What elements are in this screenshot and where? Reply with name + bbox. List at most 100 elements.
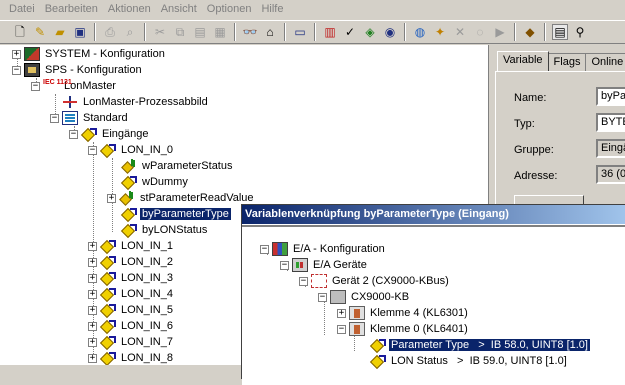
copy-icon[interactable]: ⧉ <box>172 24 188 40</box>
collapse-icon[interactable]: − <box>280 260 289 270</box>
tree-node-lonmaster[interactable]: − IEC 1131 LonMaster <box>31 78 118 94</box>
activate-icon[interactable]: ✦ <box>432 24 448 40</box>
open-file-icon[interactable]: ✎ <box>32 24 48 40</box>
menu-ansicht[interactable]: Ansicht <box>156 3 202 15</box>
menu-optionen[interactable]: Optionen <box>202 3 257 15</box>
expand-icon[interactable]: + <box>88 353 97 363</box>
save-icon[interactable]: ▣ <box>72 24 88 40</box>
tree-node-lon-in-5[interactable]: + LON_IN_5 <box>88 302 175 318</box>
collapse-icon[interactable]: − <box>31 81 40 91</box>
expand-icon[interactable]: + <box>88 305 97 315</box>
delete-icon[interactable]: ▦ <box>212 24 228 40</box>
tree-node-wparameterstatus[interactable]: wParameterStatus <box>121 158 234 174</box>
tree-label: LON_IN_4 <box>121 288 173 300</box>
tree-node-system[interactable]: + SYSTEM - Konfiguration <box>12 46 167 62</box>
find-icon[interactable]: 👓 <box>242 24 258 40</box>
dlg-node-ea-config[interactable]: − E/A - Konfiguration <box>260 241 387 257</box>
globe-icon[interactable]: ◍ <box>412 24 428 40</box>
open-folder-icon[interactable]: ▰ <box>52 24 68 40</box>
expand-icon[interactable]: + <box>88 337 97 347</box>
tree-node-lon-in-0[interactable]: − LON_IN_0 <box>88 142 175 158</box>
expand-icon[interactable]: + <box>337 308 346 318</box>
expand-icon[interactable]: + <box>107 193 116 203</box>
menu-aktionen[interactable]: Aktionen <box>103 3 156 15</box>
expand-icon[interactable]: + <box>88 257 97 267</box>
tools-icon[interactable]: ✕ <box>452 24 468 40</box>
tree-node-bylonstatus[interactable]: byLONStatus <box>121 222 209 238</box>
toolbar-separator <box>94 23 96 41</box>
tree-node-lon-in-1[interactable]: + LON_IN_1 <box>88 238 175 254</box>
tree-node-lon-in-6[interactable]: + LON_IN_6 <box>88 318 175 334</box>
tab-variable[interactable]: Variable <box>497 51 549 71</box>
run-icon[interactable]: ▶ <box>492 24 508 40</box>
check-icon[interactable]: ✓ <box>342 24 358 40</box>
collapse-icon[interactable]: − <box>88 145 97 155</box>
paste-icon[interactable]: ▤ <box>192 24 208 40</box>
build-icon[interactable]: ◈ <box>362 24 378 40</box>
io-devices-icon <box>292 258 308 272</box>
target-icon[interactable]: ◉ <box>382 24 398 40</box>
dlg-node-lon-status[interactable]: LON Status > IB 59.0, UINT8 [1.0] <box>370 353 569 369</box>
typ-field[interactable]: BYTE <box>596 113 625 132</box>
tree-label: LON_IN_1 <box>121 240 173 252</box>
collapse-icon[interactable]: − <box>318 292 327 302</box>
cut-icon[interactable]: ✂ <box>152 24 168 40</box>
document-icon[interactable]: ▤ <box>552 24 568 40</box>
dlg-node-parameter-type[interactable]: Parameter Type > IB 58.0, UINT8 [1.0] <box>370 337 590 353</box>
tree-label: LON_IN_5 <box>121 304 173 316</box>
tree-node-byparametertype[interactable]: byParameterType <box>121 206 231 222</box>
tree-label: LON_IN_7 <box>121 336 173 348</box>
tree-label: SYSTEM - Konfiguration <box>45 48 165 60</box>
tree-node-lon-in-8[interactable]: + LON_IN_8 <box>88 350 175 365</box>
tree-node-wdummy[interactable]: wDummy <box>121 174 190 190</box>
properties-icon[interactable]: ◆ <box>522 24 538 40</box>
tree-node-eingaenge[interactable]: − Eingänge <box>69 126 151 142</box>
tree-node-lon-in-7[interactable]: + LON_IN_7 <box>88 334 175 350</box>
tree-node-lon-in-2[interactable]: + LON_IN_2 <box>88 254 175 270</box>
menu-hilfe[interactable]: Hilfe <box>256 3 288 15</box>
dlg-node-ea-geraete[interactable]: − E/A Geräte <box>280 257 369 273</box>
tree-label-selected: byParameterType <box>140 208 231 220</box>
tree-node-standard[interactable]: − Standard <box>50 110 130 126</box>
name-field[interactable]: byParameterType <box>596 87 625 106</box>
collapse-icon[interactable]: − <box>69 129 78 139</box>
collapse-icon[interactable]: − <box>337 324 346 334</box>
search-icon[interactable]: ⚲ <box>572 24 588 40</box>
monitor-icon[interactable]: ▭ <box>292 24 308 40</box>
tree-node-sps[interactable]: − SPS - Konfiguration <box>12 62 144 78</box>
tree-node-lon-in-4[interactable]: + LON_IN_4 <box>88 286 175 302</box>
tab-flags[interactable]: Flags <box>547 53 587 71</box>
collapse-icon[interactable]: − <box>50 113 59 123</box>
dlg-node-geraet2[interactable]: − Gerät 2 (CX9000-KBus) <box>299 273 451 289</box>
print-icon[interactable]: ⎙ <box>102 24 118 40</box>
menu-bearbeiten[interactable]: Bearbeiten <box>40 3 103 15</box>
collapse-icon[interactable]: − <box>260 244 269 254</box>
tree-label: wDummy <box>142 176 188 188</box>
menu-datei[interactable]: Datei <box>4 3 40 15</box>
tree-node-stparameterreadvalue[interactable]: + stParameterReadValue <box>107 190 256 206</box>
io-config-icon <box>272 242 288 256</box>
dialog-tree[interactable]: − E/A - Konfiguration − E/A Geräte − Ger… <box>242 225 625 385</box>
expand-icon[interactable]: + <box>12 49 21 59</box>
expand-icon[interactable]: + <box>88 241 97 251</box>
collapse-icon[interactable]: − <box>12 65 21 75</box>
gruppe-field[interactable]: Eingänge <box>596 139 625 158</box>
collapse-icon[interactable]: − <box>299 276 308 286</box>
expand-icon[interactable]: + <box>88 321 97 331</box>
new-file-icon[interactable]: 🗋 <box>12 24 28 40</box>
variable-icon <box>100 303 116 317</box>
print-preview-icon[interactable]: ⌕ <box>122 24 138 40</box>
adresse-field[interactable]: 36 (0x24) <box>596 165 625 184</box>
tab-online[interactable]: Online <box>585 53 625 71</box>
dlg-node-cx9000kb[interactable]: − CX9000-KB <box>318 289 411 305</box>
stop-icon[interactable]: ◌ <box>472 24 488 40</box>
network-icon[interactable]: ▥ <box>322 24 338 40</box>
tree-node-lon-in-3[interactable]: + LON_IN_3 <box>88 270 175 286</box>
tree-node-prozessabbild[interactable]: LonMaster-Prozessabbild <box>62 94 210 110</box>
expand-icon[interactable]: + <box>88 289 97 299</box>
dlg-node-klemme4[interactable]: + Klemme 4 (KL6301) <box>337 305 470 321</box>
tree-label: LON_IN_2 <box>121 256 173 268</box>
expand-icon[interactable]: + <box>88 273 97 283</box>
mouse-icon[interactable]: ⌂ <box>262 24 278 40</box>
dlg-node-klemme0[interactable]: − Klemme 0 (KL6401) <box>337 321 470 337</box>
